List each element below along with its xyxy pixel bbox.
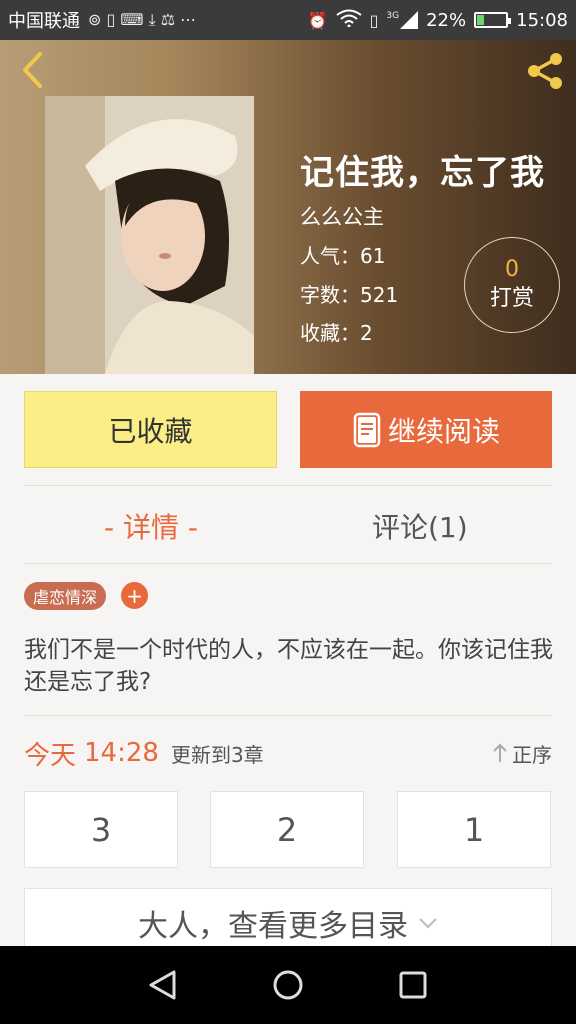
- circle-home-icon: [273, 970, 303, 1000]
- carrier-name: 中国联通: [8, 11, 80, 32]
- notification-icons: ⊚ ▯ ⌨ ⤓ ⚖ ⋯: [88, 10, 197, 29]
- chevron-down-icon: [419, 918, 437, 929]
- network-type: 3G: [386, 11, 400, 21]
- arrow-up-icon: [493, 743, 507, 762]
- battery-icon: [474, 12, 512, 28]
- share-icon: [528, 53, 562, 89]
- tab-details[interactable]: - 详情 -: [104, 505, 198, 547]
- book-favorites: 收藏：2: [300, 321, 373, 345]
- chapter-item[interactable]: 1: [397, 791, 551, 868]
- sim-icon: ▯: [369, 10, 379, 30]
- triangle-back-icon: [149, 970, 176, 1000]
- reward-label: 打赏: [489, 286, 534, 311]
- system-nav-bar: [0, 946, 576, 1024]
- nav-home-button[interactable]: [258, 955, 318, 1015]
- book-cover-image[interactable]: [45, 96, 254, 374]
- update-day: 今天: [24, 740, 77, 771]
- book-icon: [353, 412, 381, 447]
- favorited-button[interactable]: 已收藏: [24, 391, 277, 468]
- divider: [24, 485, 552, 486]
- sort-order-label: 正序: [512, 742, 552, 767]
- book-description: 我们不是一个时代的人，不应该在一起。你该记住我还是忘了我?: [24, 637, 553, 695]
- more-catalog-label: 大人，查看更多目录: [138, 909, 408, 944]
- reward-count: 0: [505, 257, 519, 282]
- book-popularity: 人气：61: [300, 244, 386, 268]
- share-button[interactable]: [522, 48, 568, 94]
- book-word-count: 字数：521: [300, 283, 399, 307]
- nav-back-button[interactable]: [133, 955, 193, 1015]
- continue-reading-label: 继续阅读: [387, 414, 500, 448]
- sort-order-button[interactable]: 正序: [492, 738, 552, 768]
- divider: [24, 563, 552, 564]
- tab-comments[interactable]: 评论(1): [372, 505, 468, 547]
- signal-icon: 3G: [386, 11, 419, 29]
- nav-recents-button[interactable]: [383, 955, 443, 1015]
- book-header: 记住我，忘了我 么么公主 人气：61 字数：521 收藏：2 0 打赏: [0, 40, 576, 374]
- square-recents-icon: [399, 971, 427, 999]
- chapter-item[interactable]: 2: [210, 791, 364, 868]
- favorited-label: 已收藏: [108, 414, 193, 448]
- wifi-icon: [335, 9, 362, 31]
- book-author[interactable]: 么么公主: [300, 201, 384, 231]
- book-title: 记住我，忘了我: [300, 153, 545, 193]
- status-bar: 中国联通 ⊚ ▯ ⌨ ⤓ ⚖ ⋯ ⏰ ▯ 3G 22% 15:08: [0, 0, 576, 40]
- chevron-left-icon: [23, 52, 42, 88]
- clock-time: 15:08: [516, 9, 568, 31]
- continue-reading-button[interactable]: 继续阅读: [300, 391, 552, 468]
- update-info: 今天 14:28 更新到3章: [24, 735, 264, 771]
- battery-percent: 22%: [426, 9, 467, 31]
- back-button[interactable]: [12, 50, 52, 90]
- divider: [24, 715, 552, 716]
- chapter-item[interactable]: 3: [24, 791, 178, 868]
- update-time: 14:28: [84, 738, 159, 768]
- reward-button[interactable]: 0 打赏: [464, 237, 560, 333]
- update-text: 更新到3章: [170, 742, 264, 767]
- alarm-icon: ⏰: [307, 10, 328, 30]
- add-tag-button[interactable]: +: [121, 582, 148, 609]
- genre-tag[interactable]: 虐恋情深: [24, 582, 107, 610]
